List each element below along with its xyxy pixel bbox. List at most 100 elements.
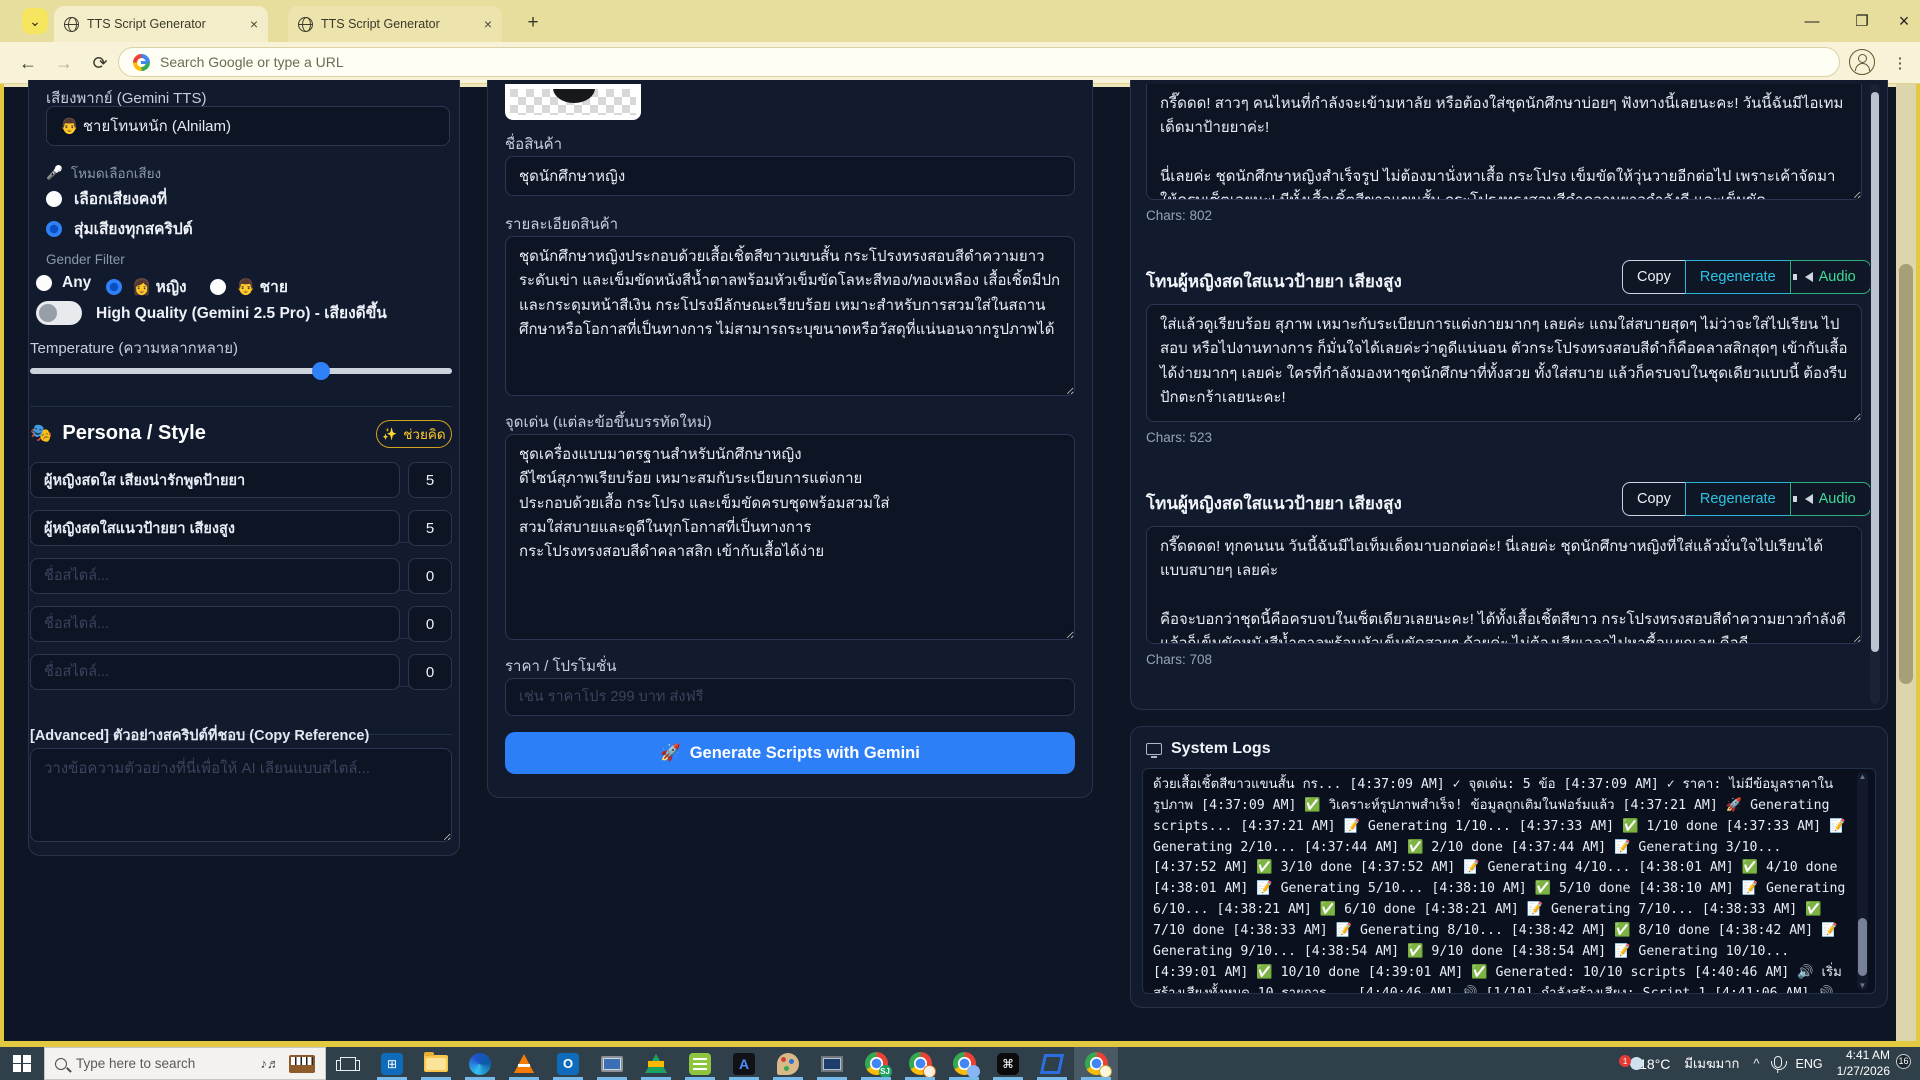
new-tab-button[interactable]: + (520, 10, 546, 36)
taskbar-item-chrome-profile-sj[interactable]: SJ (854, 1047, 898, 1080)
persona-weight-input[interactable] (408, 558, 452, 594)
gender-option-male[interactable]: 👨 ชาย (210, 274, 288, 299)
reload-icon[interactable]: ⟳ (86, 50, 114, 76)
browser-menu-icon[interactable]: ⋮ (1890, 50, 1910, 76)
scrollbar-thumb[interactable] (1871, 92, 1879, 652)
browser-tab-active[interactable]: TTS Script Generator × (54, 6, 268, 42)
copy-button[interactable]: Copy (1622, 260, 1686, 294)
radio-icon[interactable] (36, 275, 52, 291)
window-restore-button[interactable]: ❐ (1842, 8, 1882, 34)
temperature-slider[interactable] (30, 368, 452, 374)
search-icon (55, 1058, 67, 1070)
log-scrollbar[interactable]: ▲ ▼ (1857, 772, 1868, 990)
taskbar-item-outlook[interactable]: O (546, 1047, 590, 1080)
tray-expand-icon[interactable]: ^ (1753, 1056, 1759, 1071)
taskbar-search[interactable]: Type here to search ♪♬ (44, 1047, 326, 1080)
product-image-thumbnail[interactable] (505, 84, 641, 120)
taskbar-item-edge[interactable] (458, 1047, 502, 1080)
regenerate-button[interactable]: Regenerate (1685, 482, 1791, 516)
advanced-reference-textarea[interactable] (30, 748, 452, 842)
back-icon[interactable]: ← (14, 50, 42, 76)
product-description-textarea[interactable]: ชุดนักศึกษาหญิงประกอบด้วยเสื้อเชิ้ตสีขาว… (505, 236, 1075, 396)
features-textarea[interactable]: ชุดเครื่องแบบมาตรฐานสำหรับนักศึกษาหญิง ด… (505, 434, 1075, 640)
taskbar-item-chrome-active[interactable] (1074, 1047, 1118, 1080)
persona-name-input[interactable] (30, 654, 400, 690)
radio-icon[interactable] (210, 279, 226, 295)
tab-search-chevron-icon[interactable]: ⌄ (22, 8, 48, 34)
clipchamp-icon (1040, 1054, 1064, 1074)
scroll-down-icon[interactable]: ▼ (1857, 981, 1868, 990)
taskbar-clock[interactable]: 4:41 AM 1/27/2026 (1837, 1048, 1890, 1079)
gender-option-any[interactable]: Any (36, 274, 91, 292)
script-2-textarea[interactable]: ใส่แล้วดูเรียบร้อย สุภาพ เหมาะกับระเบียบ… (1146, 304, 1862, 422)
tab-close-icon[interactable]: × (250, 16, 258, 32)
taskbar-item-vlc[interactable] (502, 1047, 546, 1080)
weather-desc[interactable]: มีเมฆมาก (1684, 1053, 1739, 1074)
audio-button[interactable]: Audio (1790, 482, 1871, 516)
help-think-button[interactable]: ✨ ช่วยคิด (376, 420, 452, 448)
features-label: จุดเด่น (แต่ละข้อขึ้นบรรทัดใหม่) (505, 410, 712, 434)
persona-name-input[interactable] (30, 462, 400, 498)
persona-name-input[interactable] (30, 558, 400, 594)
microphone-tray-icon[interactable] (1774, 1056, 1782, 1068)
taskbar-item-chrome-profile-blue[interactable] (942, 1047, 986, 1080)
voice-mode-option-fixed[interactable]: เลือกเสียงคงที่ (46, 186, 167, 211)
address-bar[interactable]: Search Google or type a URL (118, 47, 1840, 77)
copy-button[interactable]: Copy (1622, 482, 1686, 516)
radio-icon-selected[interactable] (106, 279, 122, 295)
scroll-up-icon[interactable]: ▲ (1857, 772, 1868, 781)
persona-weight-input[interactable] (408, 606, 452, 642)
browser-profile-icon[interactable] (1849, 49, 1875, 75)
regenerate-button[interactable]: Regenerate (1685, 260, 1791, 294)
taskbar-item-google-drive[interactable] (634, 1047, 678, 1080)
audio-button[interactable]: Audio (1790, 260, 1871, 294)
product-name-input[interactable] (505, 156, 1075, 196)
tab-close-icon[interactable]: × (484, 16, 492, 32)
persona-weight-input[interactable] (408, 654, 452, 690)
taskbar-item-microsoft-store[interactable]: ⊞ (370, 1047, 414, 1080)
log-output[interactable]: ด้วยเสื้อเชิ้ตสีขาวแขนสั้น กร... [4:37:0… (1142, 768, 1876, 994)
taskbar-item-clipchamp[interactable] (1030, 1047, 1074, 1080)
script-1-textarea[interactable]: กรี๊ดดด! สาวๆ คนไหนที่กำลังจะเข้ามหาลัย … (1146, 84, 1862, 200)
persona-name-input[interactable] (30, 606, 400, 642)
scrollbar-thumb[interactable] (1858, 918, 1867, 976)
taskbar-item-system-monitor[interactable] (590, 1047, 634, 1080)
taskbar-item-paint[interactable] (766, 1047, 810, 1080)
language-indicator[interactable]: ENG (1796, 1057, 1823, 1071)
radio-label: สุ่มเสียงทุกสคริปต์ (74, 216, 193, 241)
start-button[interactable] (0, 1047, 44, 1080)
taskbar-item-chrome-profile-person[interactable] (898, 1047, 942, 1080)
script-3-title: โทนผู้หญิงสดใสแนวป้ายยา เสียงสูง (1146, 490, 1402, 517)
gender-option-female[interactable]: 👩 หญิง (106, 274, 187, 299)
advanced-reference-label: [Advanced] ตัวอย่างสคริปต์ที่ชอบ (Copy R… (30, 724, 369, 747)
window-minimize-button[interactable]: — (1792, 8, 1832, 34)
voice-select[interactable]: 👨 ชายโทนหนัก (Alnilam) (46, 106, 450, 146)
price-input[interactable] (505, 678, 1075, 716)
piano-icon (289, 1055, 315, 1073)
taskbar-item-remote-desktop[interactable] (810, 1047, 854, 1080)
browser-page-scrollbar[interactable] (1896, 84, 1916, 1041)
persona-weight-input[interactable] (408, 462, 452, 498)
taskbar-item-capcut[interactable]: ⌘ (986, 1047, 1030, 1080)
high-quality-toggle[interactable] (36, 301, 82, 325)
taskbar-item-app-a[interactable]: A (722, 1047, 766, 1080)
voice-mode-option-random[interactable]: สุ่มเสียงทุกสคริปต์ (46, 216, 193, 241)
taskbar-item-notepad[interactable] (678, 1047, 722, 1080)
scrollbar-thumb[interactable] (1899, 264, 1913, 684)
task-view-button[interactable] (326, 1047, 370, 1080)
forward-icon[interactable]: → (50, 50, 78, 76)
weather-temp[interactable]: 18°C (1639, 1056, 1670, 1072)
generate-scripts-button[interactable]: 🚀 Generate Scripts with Gemini (505, 732, 1075, 774)
persona-name-input[interactable] (30, 510, 400, 546)
gender-filter-label: Gender Filter (46, 252, 125, 267)
scripts-scrollbar[interactable] (1870, 84, 1880, 704)
persona-weight-input[interactable] (408, 510, 452, 546)
script-3-textarea[interactable]: กรี๊ดดดด! ทุกคนนน วันนี้ฉันมีไอเท็มเด็ดม… (1146, 526, 1862, 644)
high-quality-label: High Quality (Gemini 2.5 Pro) - เสียงดีข… (96, 300, 387, 325)
radio-icon[interactable] (46, 191, 62, 207)
window-close-button[interactable]: × (1884, 8, 1920, 34)
taskbar-item-file-explorer[interactable] (414, 1047, 458, 1080)
radio-icon-selected[interactable] (46, 221, 62, 237)
chrome-icon (953, 1052, 976, 1075)
browser-tab-inactive[interactable]: TTS Script Generator × (288, 6, 502, 42)
